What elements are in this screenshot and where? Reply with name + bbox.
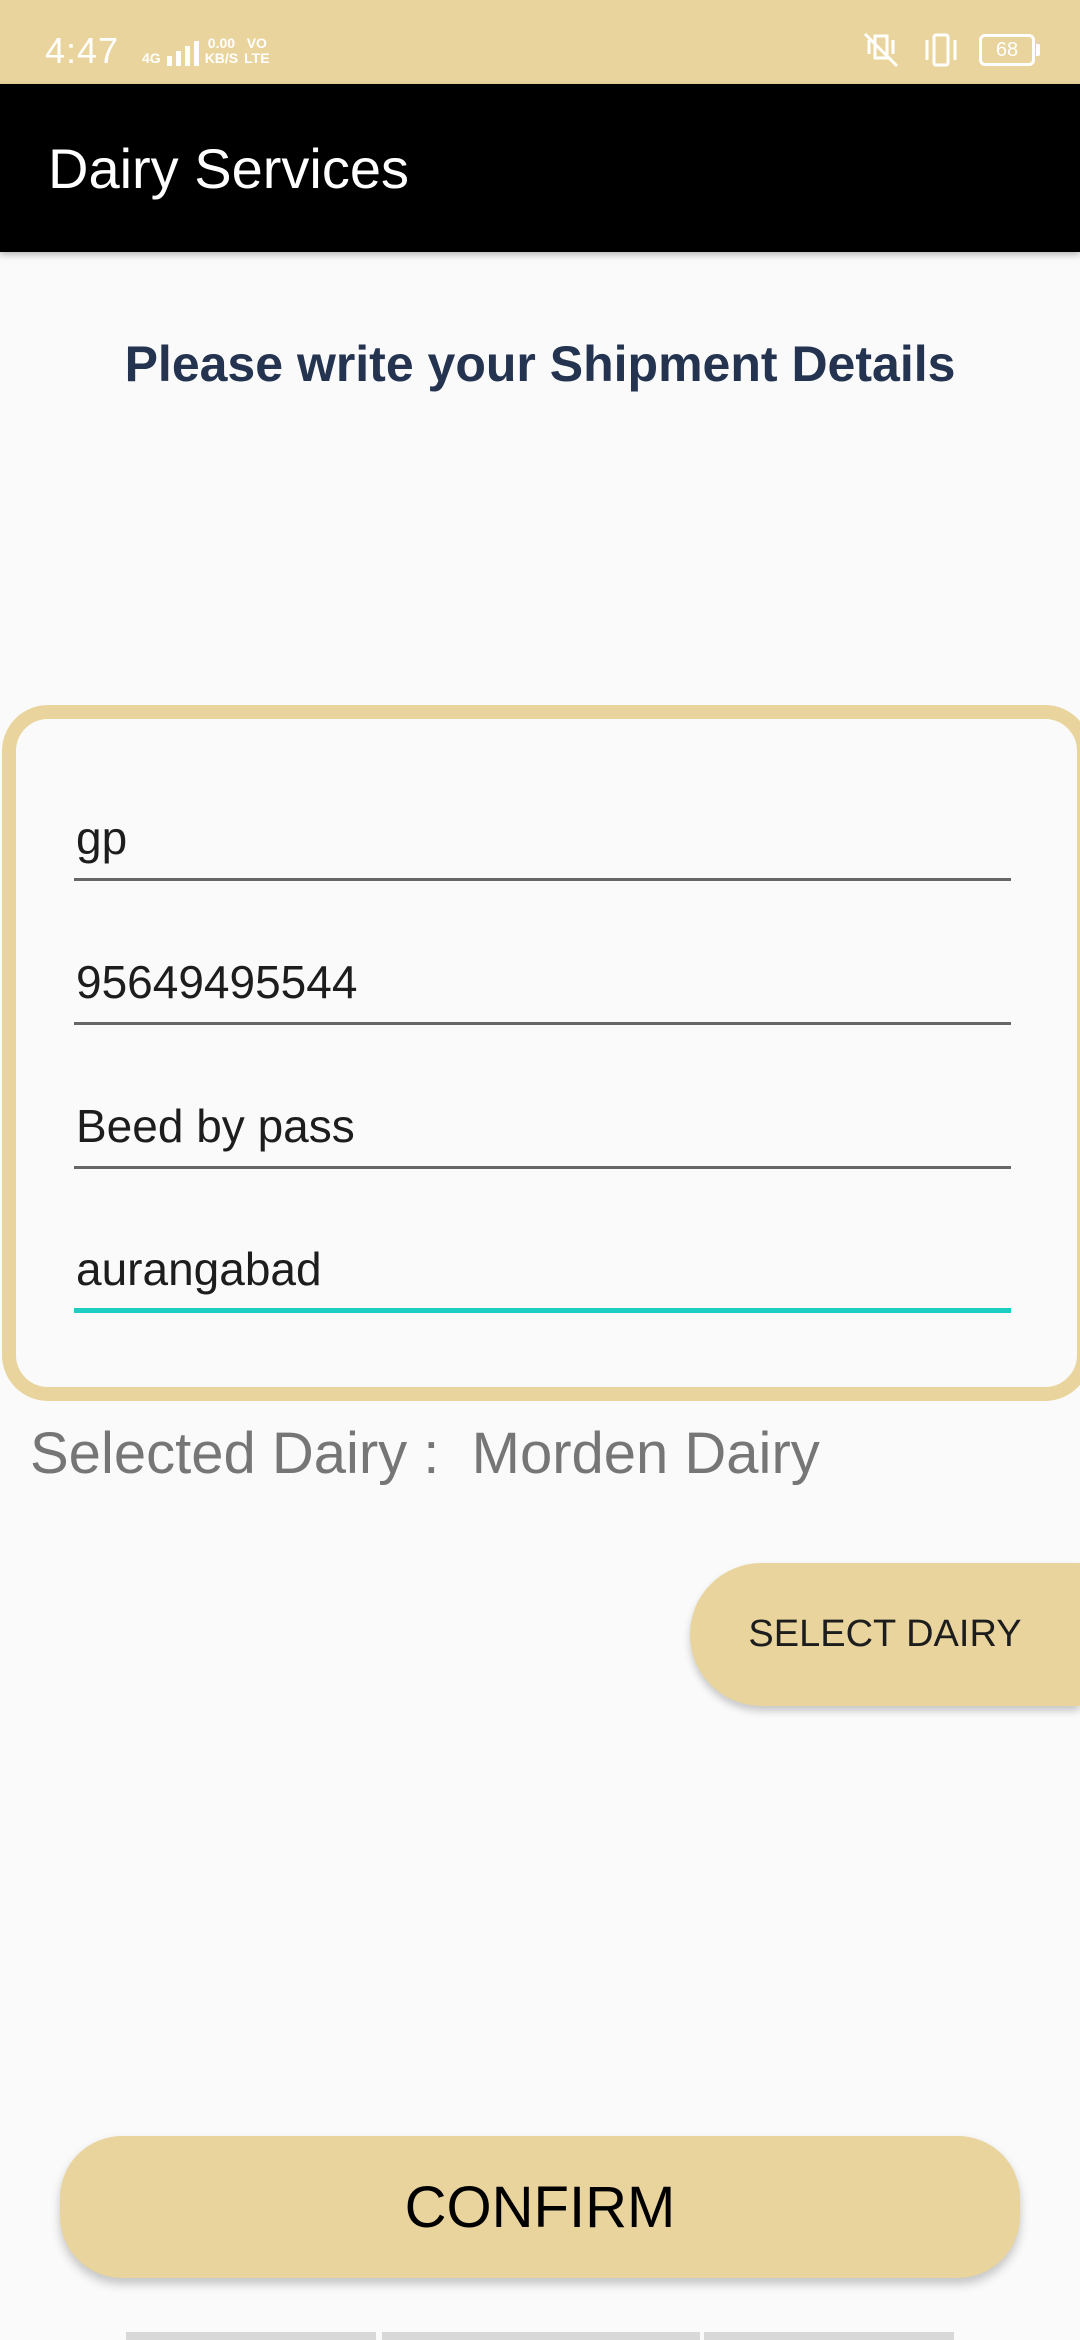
data-speed: 0.00 KB/S (205, 36, 238, 66)
confirm-button[interactable]: CONFIRM (60, 2136, 1020, 2278)
city-field[interactable] (74, 1229, 1011, 1313)
status-right-icons: 68 (857, 32, 1040, 68)
address-field[interactable] (74, 1085, 1011, 1169)
signal-icon (166, 41, 199, 66)
bottom-strip-segment (382, 2332, 700, 2340)
data-speed-value: 0.00 (207, 35, 236, 51)
status-bar: 4:47 4G 0.00 KB/S VO LTE 68 (0, 0, 1080, 84)
status-time: 4:47 (45, 30, 120, 71)
app-title: Dairy Services (48, 137, 409, 200)
phone-field-wrapper (74, 941, 1011, 1025)
bottom-strip-segment (126, 2332, 376, 2340)
name-field-wrapper (74, 797, 1011, 881)
mute-vibrate-icon (863, 32, 899, 68)
phone-field[interactable] (74, 941, 1011, 1025)
select-dairy-button[interactable]: SELECT DAIRY (690, 1563, 1080, 1706)
selected-dairy-value: Morden Dairy (471, 1421, 820, 1486)
app-bar: Dairy Services (0, 84, 1080, 252)
city-field-wrapper (74, 1229, 1011, 1313)
selected-dairy-label: Selected Dairy : (30, 1421, 440, 1486)
data-speed-unit: KB/S (204, 50, 239, 66)
network-type-label: 4G (142, 50, 161, 66)
volte-indicator: VO LTE (244, 36, 269, 66)
selected-dairy-row: Selected Dairy : Morden Dairy (30, 1420, 820, 1487)
volte-bottom-label: LTE (244, 50, 270, 66)
page-heading: Please write your Shipment Details (124, 336, 956, 392)
name-field[interactable] (74, 797, 1011, 881)
bottom-strip-segment (704, 2332, 954, 2340)
battery-level: 68 (995, 39, 1019, 61)
vibrate-icon (925, 33, 957, 67)
address-field-wrapper (74, 1085, 1011, 1169)
shipment-form (2, 705, 1080, 1401)
network-status: 4G 0.00 KB/S VO LTE (142, 36, 270, 66)
volte-top-label: VO (246, 35, 267, 51)
battery-icon: 68 (979, 34, 1040, 66)
